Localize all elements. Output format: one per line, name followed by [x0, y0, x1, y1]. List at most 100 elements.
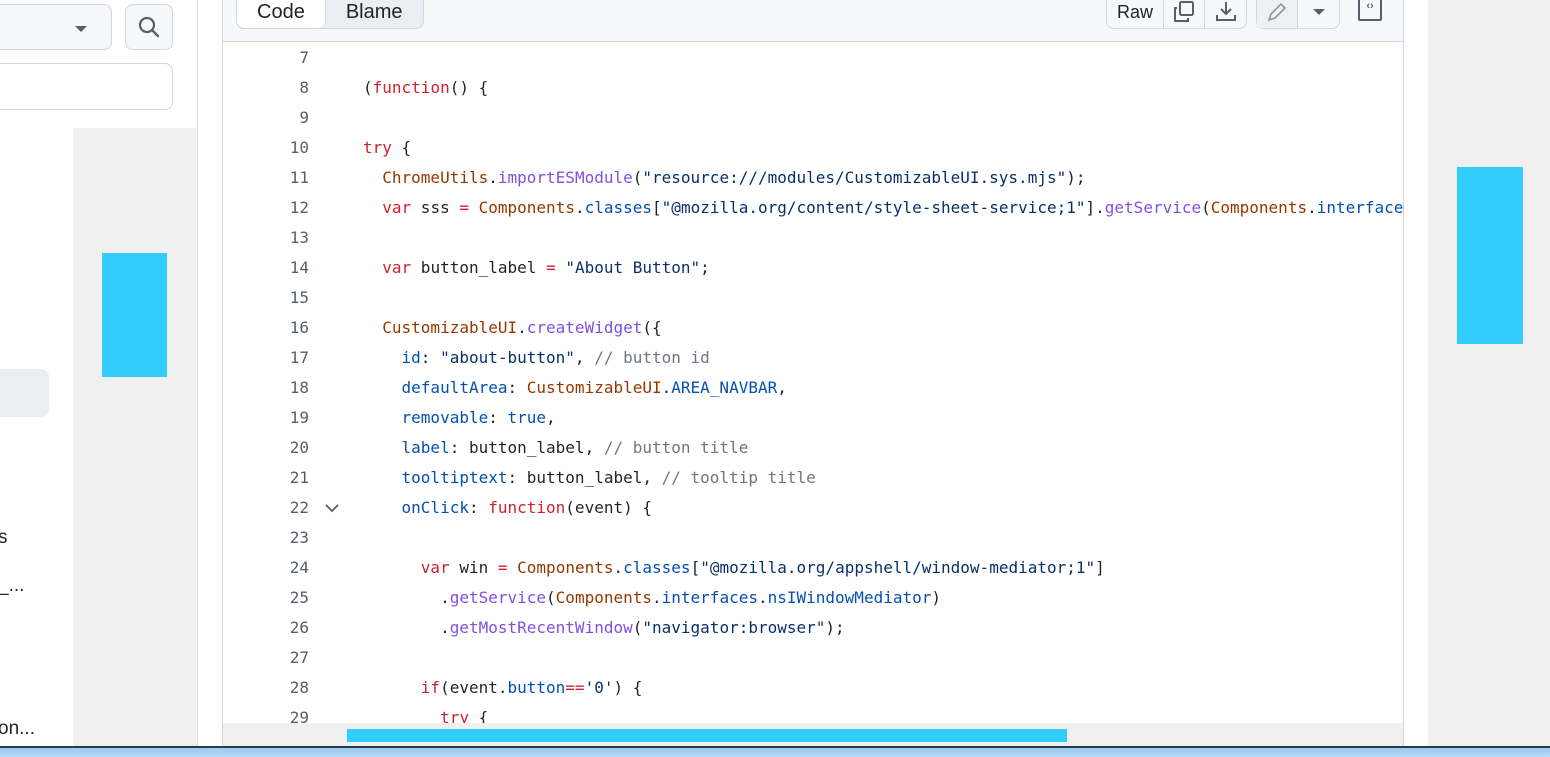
line-number[interactable]: 7 — [223, 43, 309, 73]
edit-dropdown-button[interactable] — [1298, 0, 1339, 28]
code-token: Components — [1210, 198, 1308, 217]
line-number[interactable]: 28 — [223, 673, 309, 703]
code-token: . — [661, 378, 672, 397]
code-token: : button_label, — [449, 438, 604, 457]
view-toggle: Code Blame — [236, 0, 424, 29]
code-line: 21 tooltiptext: button_label, // tooltip… — [223, 463, 1403, 493]
horizontal-scrollbar[interactable] — [223, 723, 1403, 748]
file-item[interactable]: on... — [0, 718, 35, 740]
caret-down-icon — [1312, 9, 1325, 15]
file-actions: Raw — [1106, 0, 1247, 29]
tab-blame[interactable]: Blame — [326, 0, 423, 28]
code-token: importESModule — [497, 168, 633, 187]
copy-button[interactable] — [1164, 0, 1205, 28]
code-token: Components — [555, 588, 652, 607]
code-token: ]. — [1085, 198, 1105, 217]
code-token: ); — [825, 618, 845, 637]
code-token: . — [574, 198, 585, 217]
line-number[interactable]: 21 — [223, 463, 309, 493]
code-text: removable: true, — [363, 403, 556, 433]
code-token: try — [363, 138, 392, 157]
line-number[interactable]: 14 — [223, 253, 309, 283]
code-token: classes — [584, 198, 653, 217]
selected-file-item[interactable] — [0, 369, 49, 417]
line-number[interactable]: 8 — [223, 73, 309, 103]
filter-files-input[interactable] — [0, 63, 173, 110]
code-text: var win = Components.classes["@mozilla.o… — [363, 553, 1105, 583]
code-line: 17 id: "about-button", // button id — [223, 343, 1403, 373]
code-token: id — [401, 348, 421, 367]
code-token: (event. — [440, 678, 508, 697]
code-token: var — [382, 198, 412, 217]
line-number[interactable]: 24 — [223, 553, 309, 583]
search-button[interactable] — [125, 4, 173, 50]
code-text: defaultArea: CustomizableUI.AREA_NAVBAR, — [363, 373, 787, 403]
file-item[interactable]: s — [0, 527, 8, 549]
code-token: [ — [652, 198, 662, 217]
code-token: // tooltip title — [661, 468, 816, 487]
line-number[interactable]: 23 — [223, 523, 309, 553]
code-line: 19 removable: true, — [223, 403, 1403, 433]
line-number[interactable]: 12 — [223, 193, 309, 223]
line-number[interactable]: 17 — [223, 343, 309, 373]
line-number[interactable]: 18 — [223, 373, 309, 403]
code-token: = — [459, 198, 469, 217]
code-token: . — [363, 618, 450, 637]
code-token: . — [363, 588, 450, 607]
raw-button[interactable]: Raw — [1107, 0, 1164, 28]
line-number[interactable]: 26 — [223, 613, 309, 643]
line-number[interactable]: 19 — [223, 403, 309, 433]
line-number[interactable]: 29 — [223, 703, 309, 723]
line-number[interactable]: 11 — [223, 163, 309, 193]
code-token: if — [420, 678, 441, 697]
code-line: 29 try { — [223, 703, 1403, 723]
code-token: = — [497, 558, 508, 577]
line-number[interactable]: 20 — [223, 433, 309, 463]
edit-actions — [1256, 0, 1340, 29]
line-number[interactable]: 13 — [223, 223, 309, 253]
code-line: 26 .getMostRecentWindow("navigator:brows… — [223, 613, 1403, 643]
code-token: { — [468, 708, 489, 723]
download-button[interactable] — [1205, 0, 1246, 28]
code-token: interfaces — [1316, 198, 1403, 217]
code-line: 10 try { — [223, 133, 1403, 163]
code-token: "@mozilla.org/appshell/window-mediator;1… — [700, 558, 1096, 577]
code-icon: ‹› — [1366, 0, 1374, 12]
line-number[interactable]: 22 — [223, 493, 309, 523]
code-token: sss — [411, 198, 460, 217]
line-number[interactable]: 10 — [223, 133, 309, 163]
code-token: ( — [546, 588, 556, 607]
line-number[interactable]: 9 — [223, 103, 309, 133]
code-token: ChromeUtils — [382, 168, 489, 187]
tab-code[interactable]: Code — [237, 0, 326, 28]
line-number[interactable]: 27 — [223, 643, 309, 673]
code-token: getMostRecentWindow — [449, 618, 633, 637]
code-token: win — [449, 558, 498, 577]
code-token: ( — [632, 618, 643, 637]
code-lines: 7 8 (function() {9 10 try {11 ChromeUtils.im… — [223, 43, 1403, 723]
code-token: createWidget — [526, 318, 643, 337]
code-token: var — [420, 558, 450, 577]
symbols-panel-button[interactable]: ‹› — [1358, 0, 1382, 21]
code-token: ] — [1095, 558, 1105, 577]
branch-selector[interactable] — [0, 4, 112, 50]
code-text: var sss = Components.classes["@mozilla.o… — [363, 193, 1403, 223]
edit-button[interactable] — [1257, 0, 1298, 28]
scrollbar-thumb[interactable] — [347, 729, 1067, 742]
code-token: interfaces — [661, 588, 758, 607]
code-text: ChromeUtils.importESModule("resource:///… — [363, 163, 1085, 193]
code-token: . — [613, 558, 624, 577]
line-number[interactable]: 25 — [223, 583, 309, 613]
code-token: button_label — [411, 258, 547, 277]
code-line: 9 — [223, 103, 1403, 133]
line-number[interactable]: 16 — [223, 313, 309, 343]
file-item[interactable]: _... — [0, 575, 24, 597]
line-number[interactable]: 15 — [223, 283, 309, 313]
